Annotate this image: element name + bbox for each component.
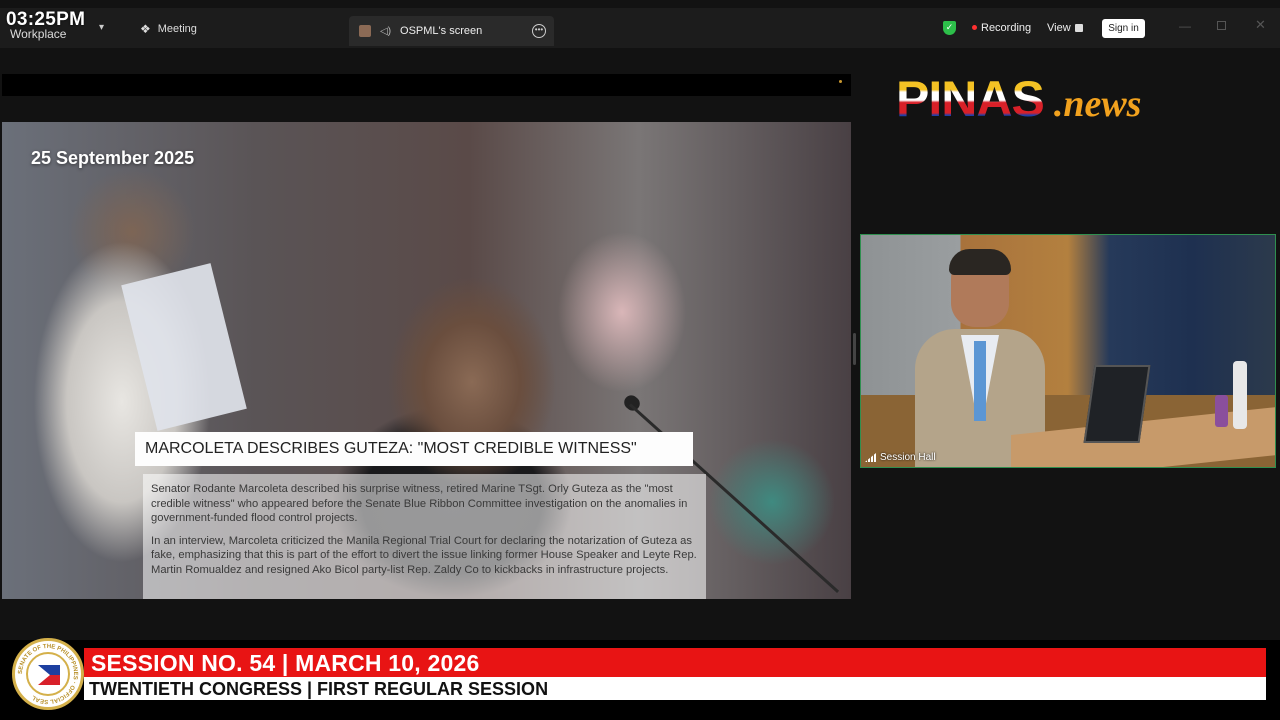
chevron-down-icon[interactable]: ▾ [99,22,104,33]
clock-overlay: 03:25PM [6,9,86,30]
maximize-icon[interactable] [1217,21,1226,30]
share-tab-label: OSPML's screen [400,25,483,37]
recording-dot-icon [972,25,977,30]
recording-label[interactable]: Recording [981,22,1031,34]
participant-name-label: Session Hall [865,452,936,463]
meeting-label: Meeting [157,23,197,35]
banner-congress-subtitle: TWENTIETH CONGRESS | FIRST REGULAR SESSI… [89,679,549,699]
app-root: 03:25PM Workplace ▾ ❖ Meeting ◁) OSPML's… [0,0,1280,720]
close-icon[interactable]: ✕ [1255,17,1266,33]
bottle-small [1215,395,1228,427]
article-paragraph-2: In an interview, Marcoleta criticized th… [151,534,697,576]
shared-screen-photo: 25 September 2025 MARCOLETA DESCRIBES GU… [2,122,851,599]
signal-strength-icon [865,453,876,462]
slide-date: 25 September 2025 [31,148,195,168]
sign-in-button[interactable]: Sign in [1102,19,1145,38]
slide-article: Senator Rodante Marcoleta described his … [143,474,706,599]
meeting-menu[interactable]: ❖ Meeting [140,22,197,36]
article-paragraph-1: Senator Rodante Marcoleta described his … [151,483,688,524]
bottle [1233,361,1247,429]
split-resize-handle[interactable] [853,333,856,365]
view-button[interactable]: View [1047,22,1071,34]
slide-headline: MARCOLETA DESCRIBES GUTEZA: "MOST CREDIB… [135,432,693,466]
shield-icon[interactable]: ✓ [943,21,956,35]
more-options-icon[interactable]: ••• [532,24,546,38]
logo-pinas-text: PINAS [896,71,1045,127]
minimize-icon[interactable]: — [1179,19,1191,33]
screen-share-tab[interactable]: ◁) OSPML's screen ••• [349,16,554,46]
indicator-dot [839,80,842,83]
speaker-tie [974,341,986,421]
speaker-icon: ◁) [380,25,392,37]
view-layout-icon[interactable] [1075,24,1083,32]
pinas-news-logo: PINAS .news [896,70,1142,127]
avatar [359,25,371,37]
participant-video-tile[interactable]: Session Hall [860,234,1276,468]
paw-icon: ❖ [140,22,151,36]
senate-seal-logo: SENATE OF THE PHILIPPINES · OFFICIAL SEA… [12,638,84,710]
seal-inner [26,652,70,696]
participant-name: Session Hall [880,452,936,463]
paper-document [121,263,247,431]
shared-screen-header [2,74,851,96]
laptop [1083,365,1151,443]
banner-session-title: SESSION NO. 54 | MARCH 10, 2026 [91,650,480,676]
speaker-hair [949,249,1011,275]
logo-news-text: .news [1053,83,1142,125]
